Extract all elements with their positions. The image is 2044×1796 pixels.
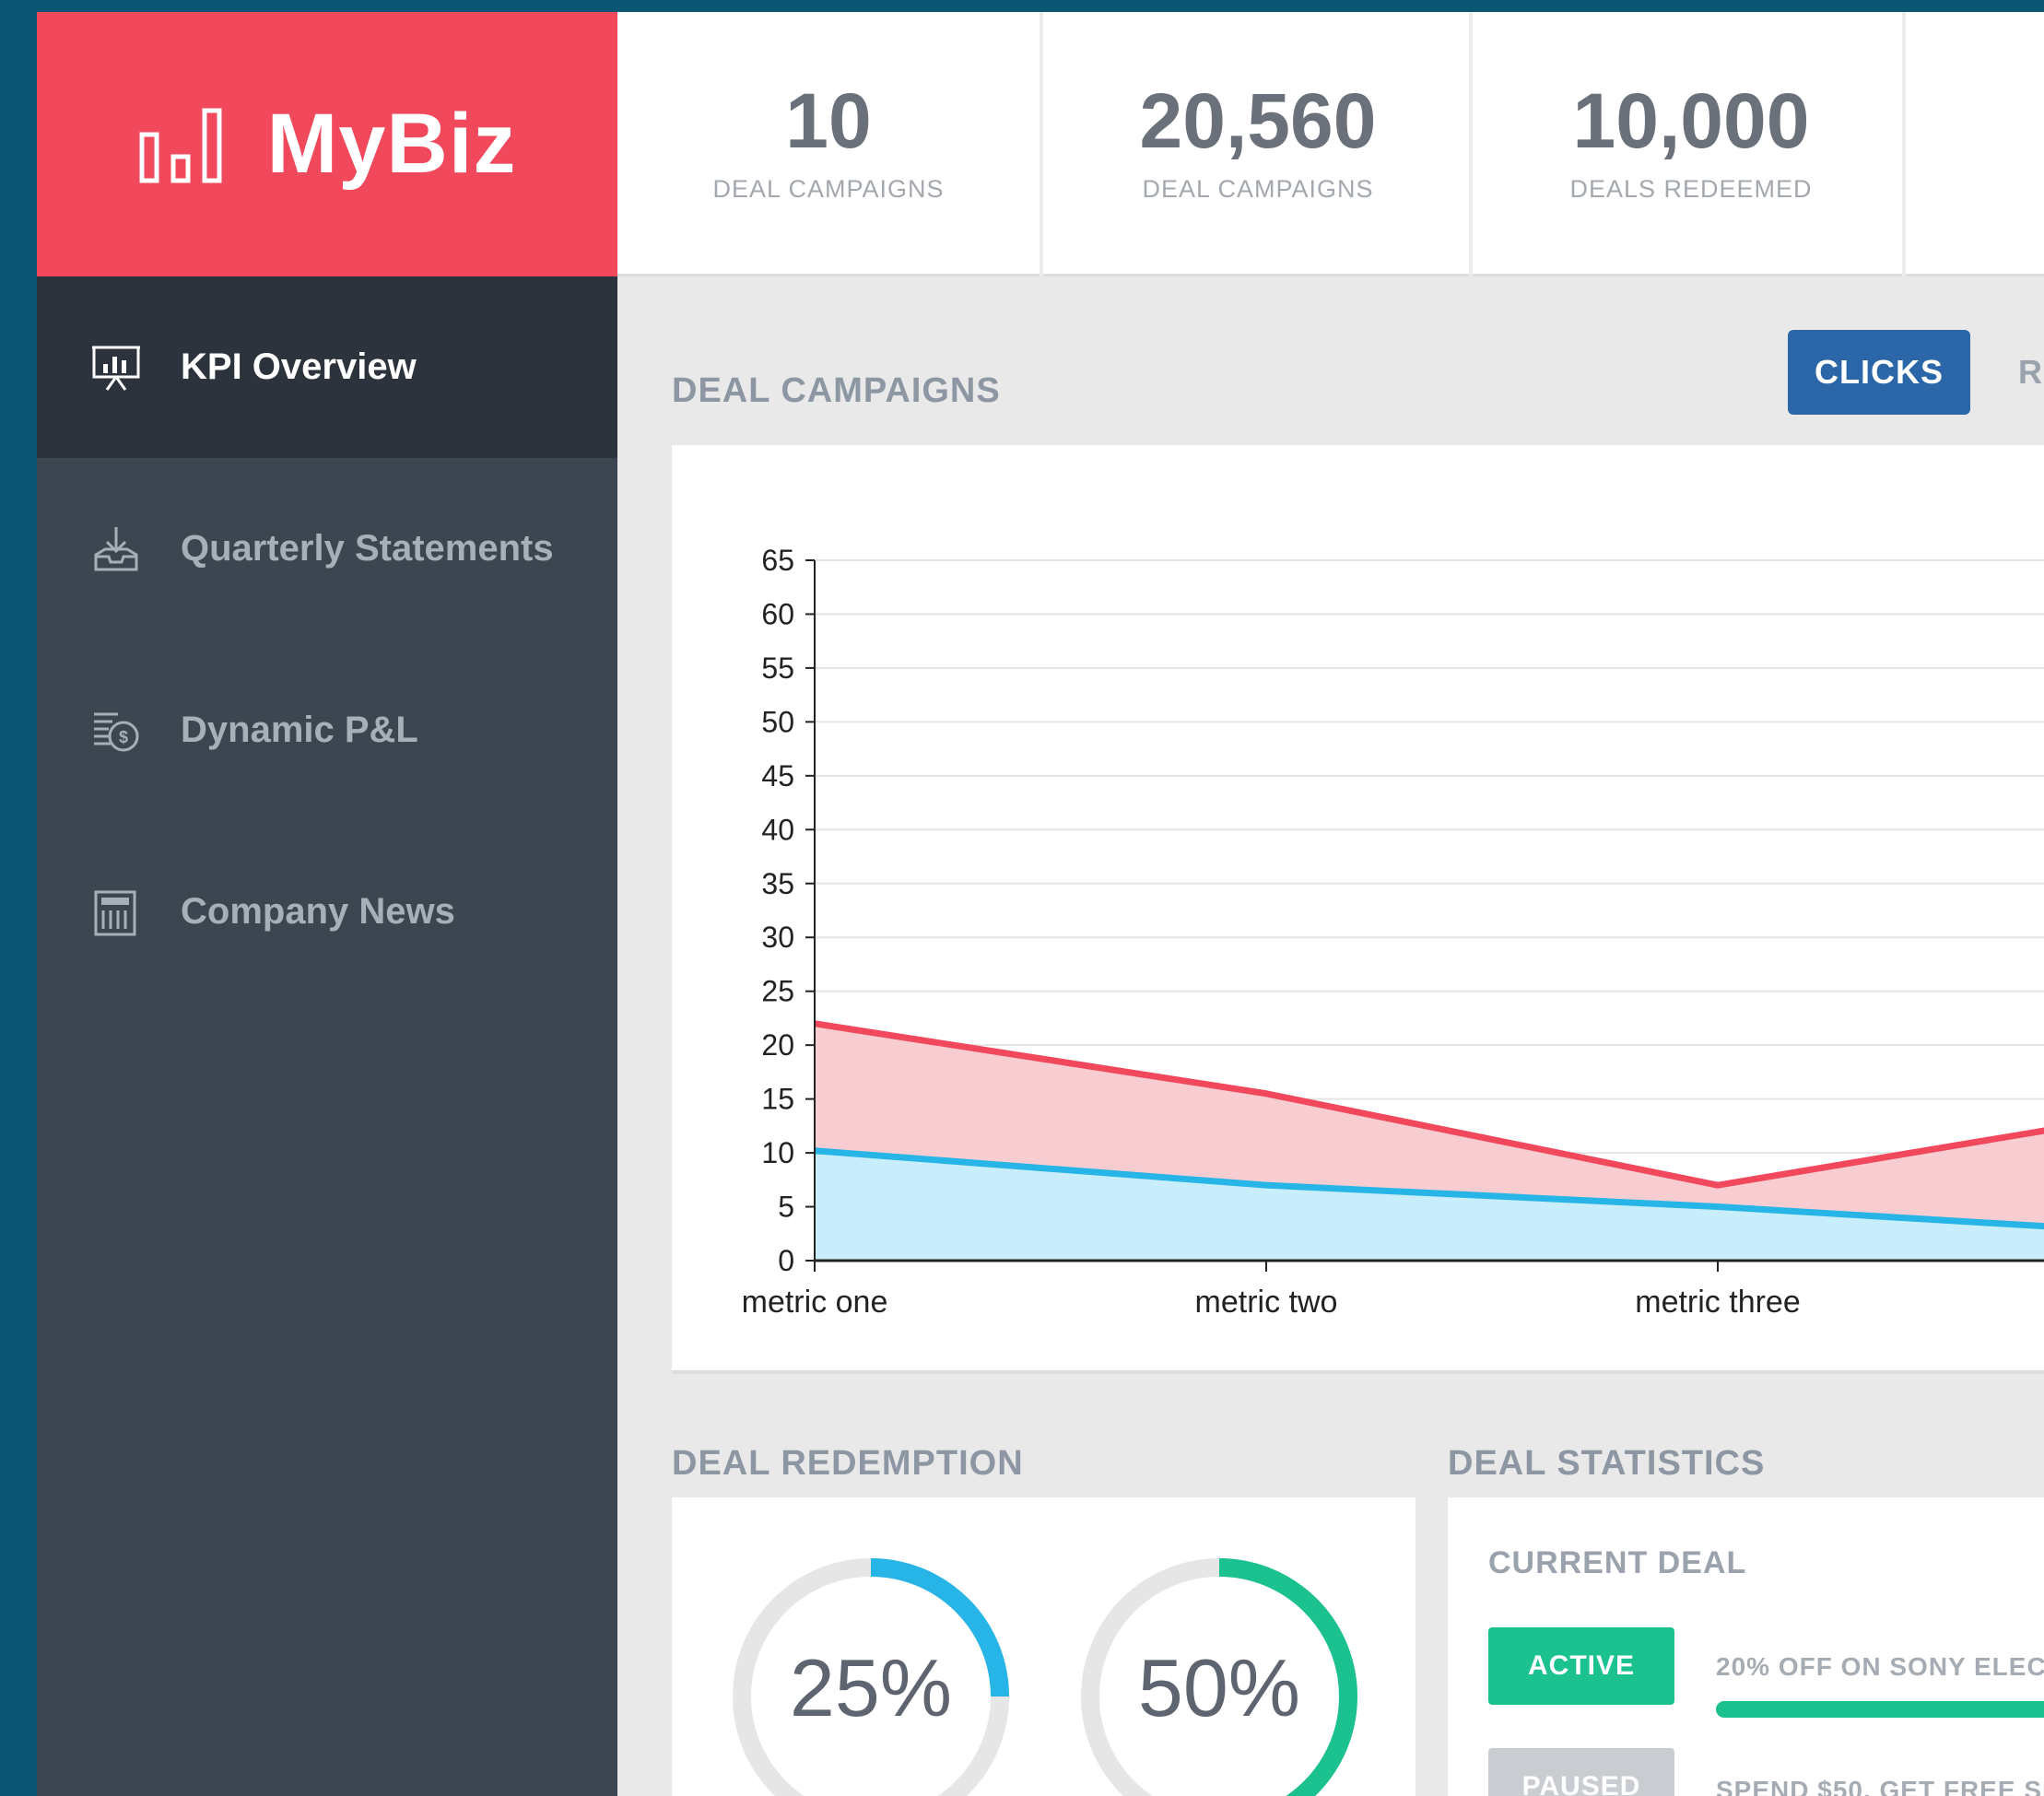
clicks-button[interactable]: CLICKS xyxy=(1788,330,1970,415)
deal-description: 20% OFF ON SONY ELEC xyxy=(1716,1652,2044,1681)
stat-label: T xyxy=(1909,175,2044,204)
stat-value: $9 xyxy=(1909,76,2044,166)
stat-card: 10 DEAL CAMPAIGNS xyxy=(617,12,1043,276)
y-tick-label: 15 xyxy=(761,1083,794,1116)
deal-statistics-title: DEAL STATISTICS xyxy=(1448,1444,1766,1483)
y-tick-label: 60 xyxy=(761,597,794,630)
deal-campaigns-title: DEAL CAMPAIGNS xyxy=(672,371,1001,410)
stat-label: DEAL CAMPAIGNS xyxy=(1142,175,1374,203)
stat-label: DEAL CAMPAIGNS xyxy=(712,175,945,203)
deal-description: SPEND $50, GET FREE SH xyxy=(1716,1776,2044,1796)
campaign-area-chart: 0 5 10 15 20 25 30 35 40 45 50 55 60 65 metric one metr… xyxy=(742,544,2044,1320)
sidebar-item-quarterly-statements[interactable]: Quarterly Statements xyxy=(37,458,617,640)
stat-value: 10,000 xyxy=(1572,77,1810,164)
gauge-label: 50% xyxy=(1137,1642,1301,1733)
y-tick-label: 45 xyxy=(761,759,794,792)
sidebar: MyBiz KPI Overview Quarterly Statements … xyxy=(37,12,617,1796)
presentation-chart-icon xyxy=(92,346,140,391)
y-tick-label: 5 xyxy=(778,1191,794,1224)
campaign-chart-panel: 0 5 10 15 20 25 30 35 40 45 50 55 60 65 metric one metr… xyxy=(672,445,2044,1374)
sidebar-item-label: Dynamic P&L xyxy=(181,710,418,750)
newspaper-icon xyxy=(94,890,136,935)
deal-redemption-title: DEAL REDEMPTION xyxy=(672,1444,1024,1483)
status-badge-paused[interactable]: PAUSED xyxy=(1488,1748,1674,1796)
money-stack-icon: $ xyxy=(94,712,139,751)
deal-redemption-panel: 25% 50% xyxy=(672,1497,1416,1796)
app-window: MyBiz KPI Overview Quarterly Statements … xyxy=(37,12,2044,1796)
stat-card: $9 T xyxy=(1909,12,2044,276)
stats-bar: 10 DEAL CAMPAIGNS 20,560 DEAL CAMPAIGNS … xyxy=(617,12,2044,276)
deal-progress-bar xyxy=(1716,1701,2044,1718)
stat-card: 20,560 DEAL CAMPAIGNS xyxy=(1047,12,1473,276)
stat-label: DEALS REDEEMED xyxy=(1569,175,1813,203)
svg-text:$: $ xyxy=(119,728,128,746)
brand-name: MyBiz xyxy=(266,97,517,191)
current-deal-label: CURRENT DEAL xyxy=(1488,1545,1747,1580)
sidebar-item-kpi-overview[interactable]: KPI Overview xyxy=(37,276,617,458)
y-tick-label: 55 xyxy=(761,651,794,685)
sidebar-item-company-news[interactable]: Company News xyxy=(37,821,617,1003)
y-tick-label: 0 xyxy=(778,1244,794,1277)
y-tick-label: 25 xyxy=(761,975,794,1008)
redemption-gauge: 50% xyxy=(1081,1558,1357,1796)
status-badge-active[interactable]: ACTIVE xyxy=(1488,1627,1674,1705)
x-tick-label: metric two xyxy=(1195,1285,1338,1320)
deal-statistics-panel: CURRENT DEAL ACTIVE 20% OFF ON SONY ELEC… xyxy=(1448,1497,2044,1796)
y-tick-label: 20 xyxy=(761,1028,794,1062)
stat-value: 10 xyxy=(785,77,872,164)
y-tick-label: 65 xyxy=(761,544,794,577)
sidebar-item-label: Company News xyxy=(181,891,455,932)
stat-card: 10,000 DEALS REDEEMED xyxy=(1480,12,1906,276)
y-tick-label: 50 xyxy=(761,705,794,738)
next-metric-button[interactable]: R xyxy=(2018,330,2042,415)
sidebar-item-label: KPI Overview xyxy=(181,346,417,387)
stat-value: 20,560 xyxy=(1139,77,1377,164)
gauge-label: 25% xyxy=(789,1642,953,1733)
brand-header: MyBiz xyxy=(37,12,617,276)
x-tick-label: metric three xyxy=(1635,1285,1801,1320)
x-tick-label: metric one xyxy=(742,1285,888,1320)
bar-chart-logo-icon xyxy=(139,108,222,182)
redemption-gauge: 25% xyxy=(733,1558,1009,1796)
y-tick-label: 35 xyxy=(761,867,794,900)
sidebar-item-label: Quarterly Statements xyxy=(181,528,554,569)
sidebar-item-dynamic-pl[interactable]: $ Dynamic P&L xyxy=(37,640,617,821)
y-tick-label: 40 xyxy=(761,813,794,846)
y-tick-label: 30 xyxy=(761,921,794,954)
sidebar-nav: KPI Overview Quarterly Statements $ Dyna… xyxy=(37,276,617,1003)
inbox-download-icon xyxy=(94,526,138,570)
y-tick-label: 10 xyxy=(761,1136,794,1169)
